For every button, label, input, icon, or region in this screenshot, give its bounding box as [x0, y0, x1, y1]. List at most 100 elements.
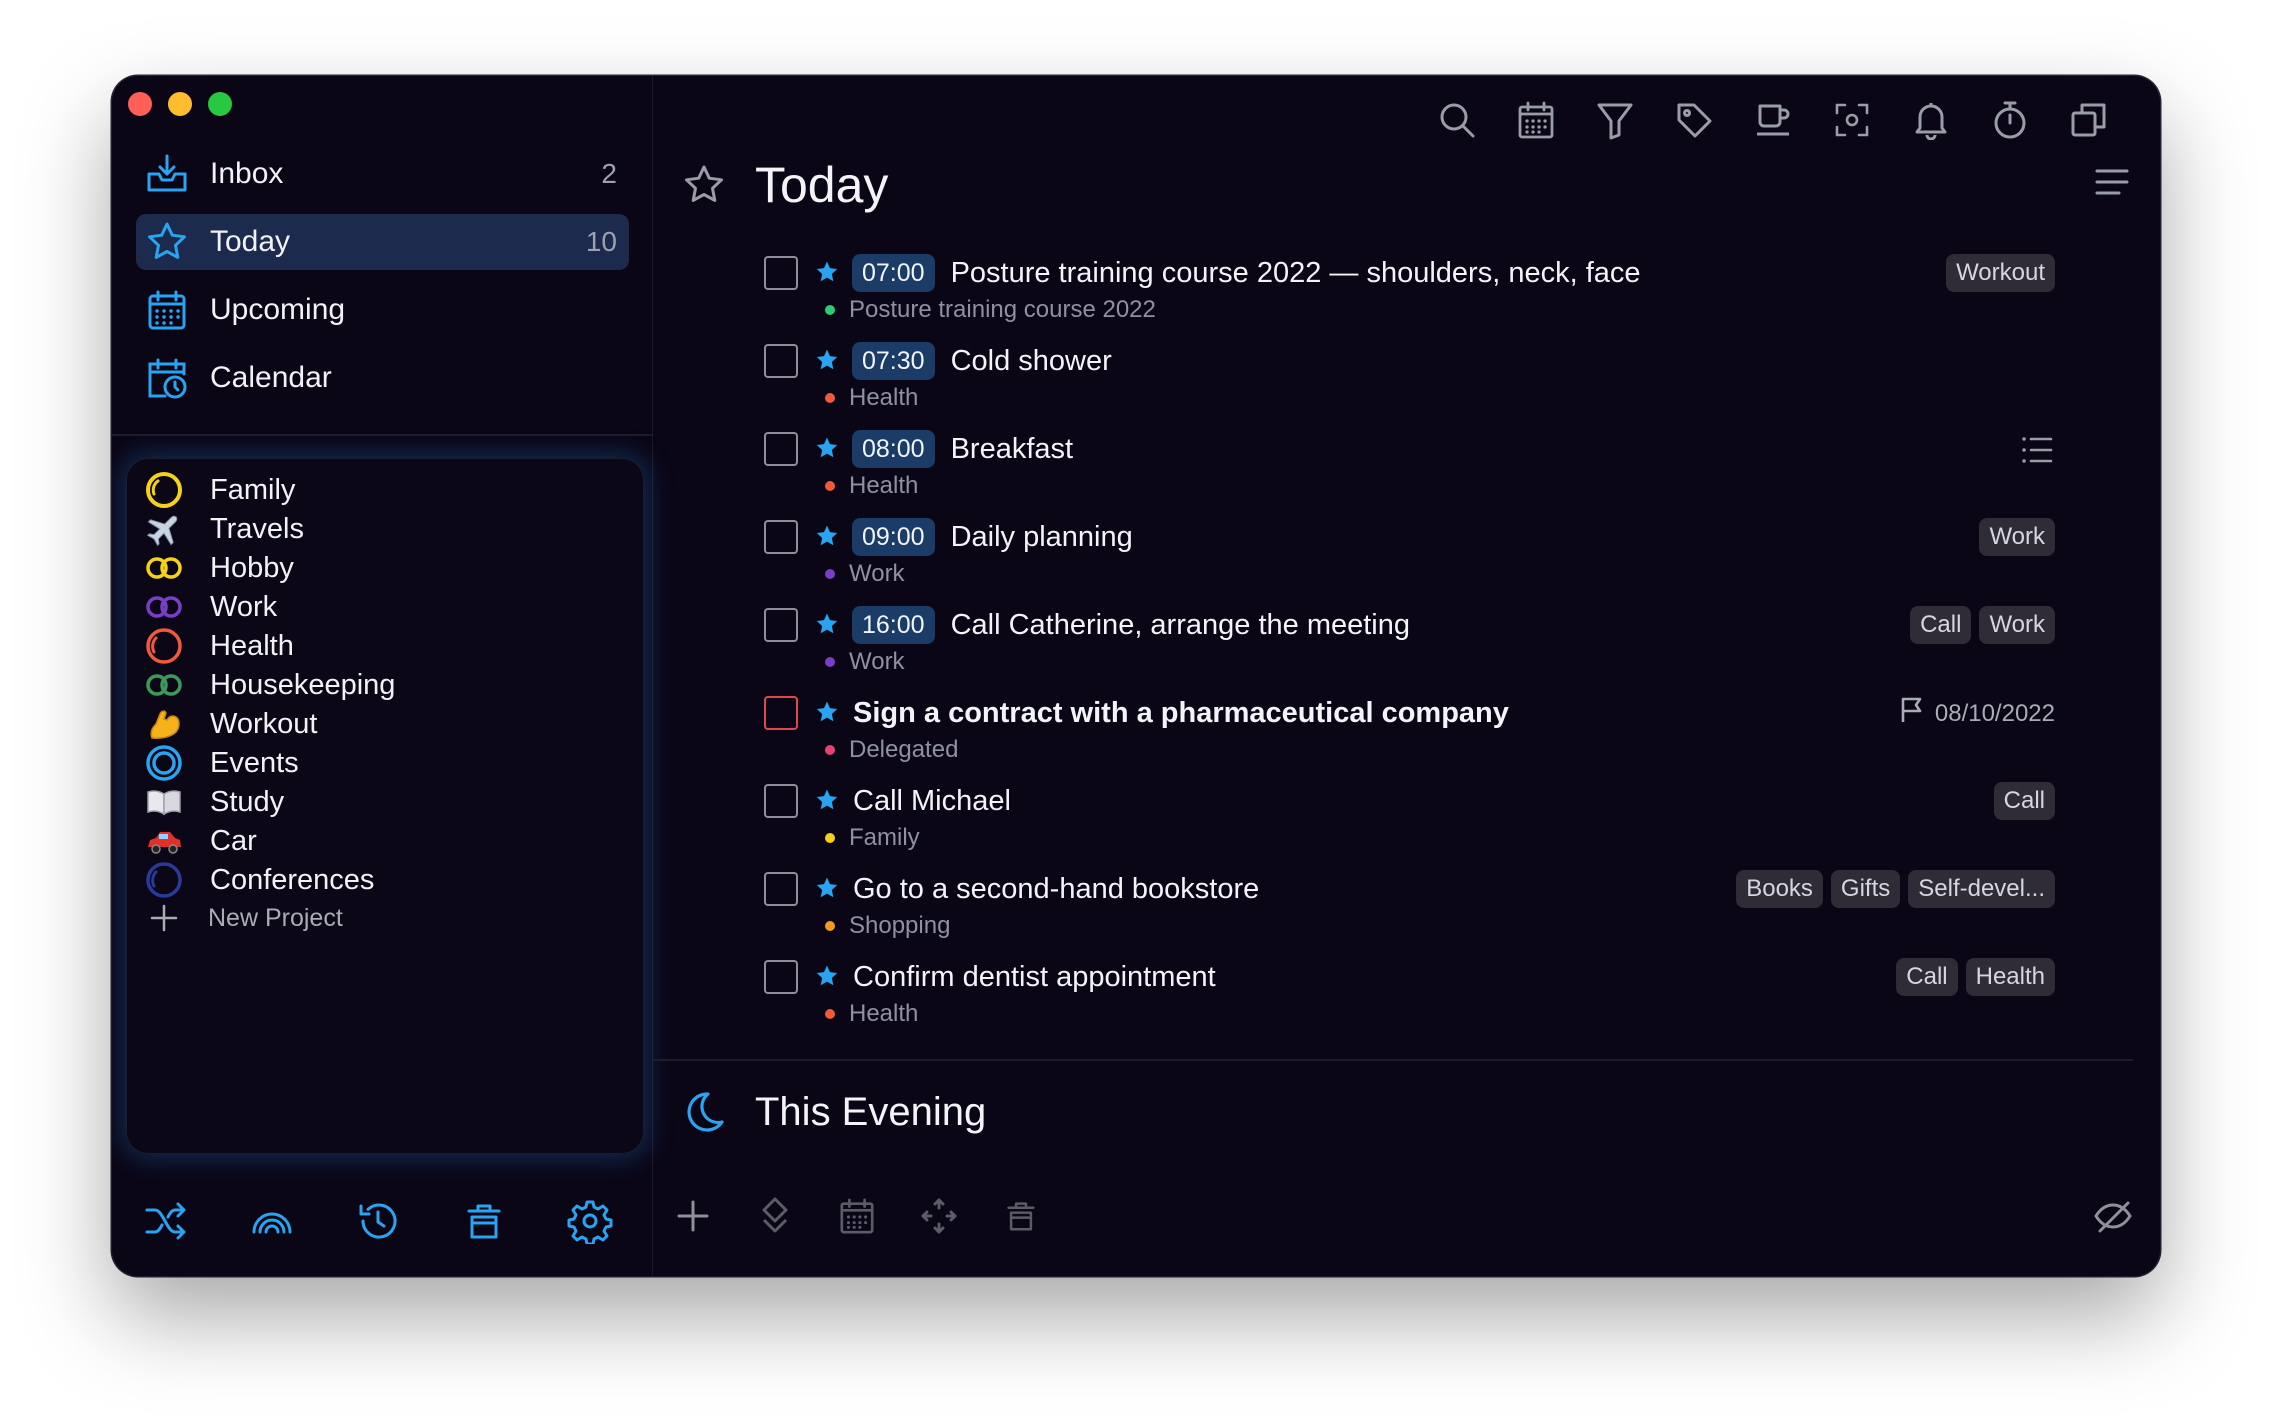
task-project: Shopping: [825, 912, 950, 940]
task-title[interactable]: Call Michael: [853, 785, 1011, 818]
search-icon[interactable]: [1429, 92, 1485, 148]
sidebar-item-label: Calendar: [210, 361, 332, 394]
time-badge[interactable]: 09:00: [852, 518, 935, 556]
calendar-icon[interactable]: [1508, 92, 1564, 148]
project-color-dot: [825, 393, 835, 403]
project-label: Housekeeping: [210, 668, 396, 701]
tag-badge[interactable]: Call: [1993, 782, 2055, 820]
trash-icon[interactable]: [454, 1191, 514, 1251]
sidebar-item-label: Upcoming: [210, 293, 346, 326]
add-icon[interactable]: [665, 1188, 721, 1244]
task-title[interactable]: Posture training course 2022 — shoulders…: [951, 257, 1641, 290]
rainbow-icon[interactable]: [242, 1191, 302, 1251]
task-title-line: 08:00 Breakfast: [852, 428, 1073, 470]
task-title[interactable]: Confirm dentist appointment: [853, 961, 1216, 994]
tag-icon[interactable]: [1666, 92, 1722, 148]
tag-badge[interactable]: Work: [1979, 606, 2055, 644]
task-project: Health: [825, 384, 918, 412]
tag-badge[interactable]: Gifts: [1830, 870, 1901, 908]
tag-badge[interactable]: Workout: [1946, 254, 2055, 292]
time-badge[interactable]: 16:00: [852, 606, 935, 644]
tag-badge[interactable]: Health: [1965, 958, 2055, 996]
task-checkbox[interactable]: [764, 520, 798, 554]
project-label: Family: [210, 473, 296, 506]
tag-badge[interactable]: Books: [1736, 870, 1823, 908]
task-title[interactable]: Call Catherine, arrange the meeting: [951, 609, 1410, 642]
task-checkbox[interactable]: [764, 784, 798, 818]
stopwatch-icon[interactable]: [1982, 92, 2038, 148]
move-icon[interactable]: [911, 1188, 967, 1244]
sidebar-item-today[interactable]: Today 10: [136, 214, 629, 270]
star-filled-icon: [813, 522, 841, 550]
task-row[interactable]: 16:00 Call Catherine, arrange the meeting…: [653, 604, 2160, 692]
cup-icon[interactable]: [1745, 92, 1801, 148]
project-label: Events: [210, 746, 299, 779]
task-title-line: Confirm dentist appointment: [853, 956, 1216, 998]
task-title[interactable]: Go to a second-hand bookstore: [853, 873, 1259, 906]
task-title[interactable]: Cold shower: [951, 345, 1112, 378]
filter-icon[interactable]: [1587, 92, 1643, 148]
task-project: Posture training course 2022: [825, 296, 1156, 324]
main-panel: Today 07:00 Posture training course 2022 …: [653, 76, 2160, 1276]
sidebar-item-label: Today: [210, 225, 291, 258]
section-divider: [653, 1059, 2133, 1061]
task-row[interactable]: 07:00 Posture training course 2022 — shou…: [653, 252, 2160, 340]
task-row[interactable]: 08:00 Breakfast Health: [653, 428, 2160, 516]
title-row: Today: [679, 150, 888, 220]
task-row[interactable]: Confirm dentist appointment Health Call Hea…: [653, 956, 2160, 1044]
task-row[interactable]: Call Michael Family Call: [653, 780, 2160, 868]
time-badge[interactable]: 07:30: [852, 342, 935, 380]
tag-badge[interactable]: Call: [1896, 958, 1958, 996]
priority-icon[interactable]: [747, 1188, 803, 1244]
shuffle-icon[interactable]: [136, 1191, 196, 1251]
history-icon[interactable]: [348, 1191, 408, 1251]
sidebar-item-upcoming[interactable]: Upcoming: [136, 282, 629, 338]
task-title-line: 09:00 Daily planning: [852, 516, 1133, 558]
task-checkbox[interactable]: [764, 872, 798, 906]
page-title: Today: [755, 157, 889, 213]
task-checkbox[interactable]: [764, 256, 798, 290]
star-filled-icon: [813, 962, 841, 990]
calendar-icon[interactable]: [829, 1188, 885, 1244]
tag-badge[interactable]: Self-devel...: [1908, 870, 2055, 908]
sidebar-toolbar: [112, 1191, 653, 1255]
subtasks-list-icon[interactable]: [2019, 432, 2055, 468]
tag-badge[interactable]: Call: [1910, 606, 1972, 644]
star-filled-icon: [813, 786, 841, 814]
task-project-label: Health: [849, 472, 919, 499]
due-date-label: 08/10/2022: [1934, 699, 2055, 727]
trash-icon[interactable]: [993, 1188, 1049, 1244]
copy-windows-icon[interactable]: [2061, 92, 2117, 148]
new-project-label: New Project: [208, 903, 343, 932]
project-color-dot: [825, 1009, 835, 1019]
sidebar-item-calendar[interactable]: Calendar: [136, 350, 629, 406]
focus-icon[interactable]: [1824, 92, 1880, 148]
task-title[interactable]: Breakfast: [951, 433, 1074, 466]
tag-badge[interactable]: Work: [1979, 518, 2055, 556]
bell-icon[interactable]: [1903, 92, 1959, 148]
task-project: Delegated: [825, 736, 958, 764]
task-row[interactable]: 09:00 Daily planning Work Work: [653, 516, 2160, 604]
due-date[interactable]: 08/10/2022: [1899, 696, 2055, 731]
task-row[interactable]: Sign a contract with a pharmaceutical co…: [653, 692, 2160, 780]
project-color-dot: [825, 833, 835, 843]
task-checkbox[interactable]: [764, 696, 798, 730]
hide-completed-icon[interactable]: [2085, 1188, 2141, 1244]
task-title[interactable]: Sign a contract with a pharmaceutical co…: [853, 697, 1509, 730]
task-project: Work: [825, 648, 905, 676]
time-badge[interactable]: 07:00: [852, 254, 935, 292]
task-checkbox[interactable]: [764, 608, 798, 642]
task-project-label: Work: [849, 648, 905, 675]
task-checkbox[interactable]: [764, 432, 798, 466]
time-badge[interactable]: 08:00: [852, 430, 935, 468]
task-title[interactable]: Daily planning: [951, 521, 1133, 554]
new-project-button[interactable]: New Project: [140, 892, 620, 944]
menu-icon[interactable]: [2088, 158, 2136, 206]
task-checkbox[interactable]: [764, 960, 798, 994]
task-row[interactable]: Go to a second-hand bookstore Shopping Boo…: [653, 868, 2160, 956]
task-row[interactable]: 07:30 Cold shower Health: [653, 340, 2160, 428]
settings-gear-icon[interactable]: [560, 1191, 620, 1251]
sidebar-item-inbox[interactable]: Inbox 2: [136, 146, 629, 202]
task-checkbox[interactable]: [764, 344, 798, 378]
project-color-dot: [825, 569, 835, 579]
